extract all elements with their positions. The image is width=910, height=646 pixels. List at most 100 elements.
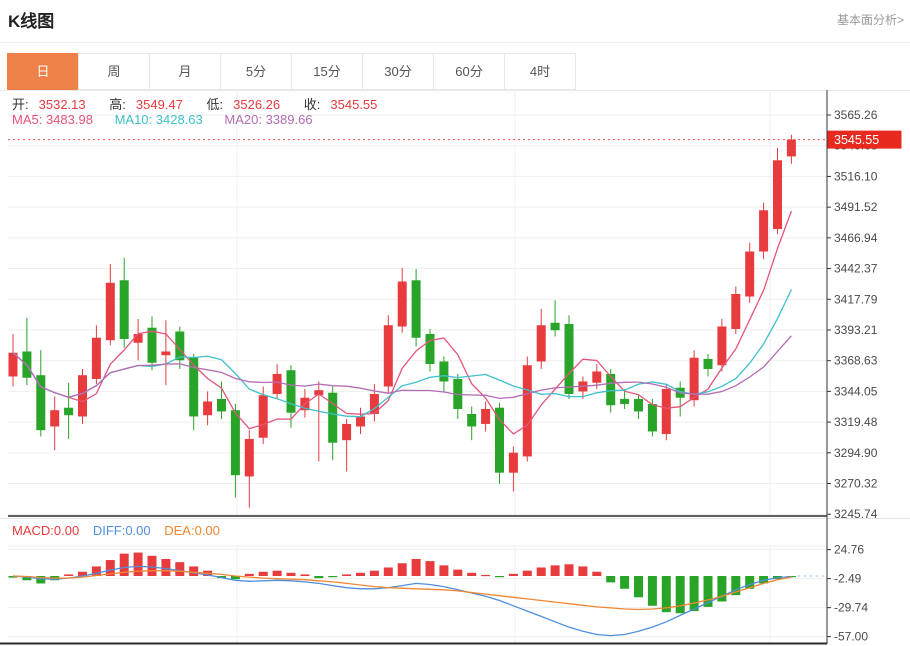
candle-body bbox=[412, 280, 421, 337]
macd-bar bbox=[509, 574, 518, 576]
candle-body bbox=[523, 365, 532, 456]
macd-bar bbox=[537, 567, 546, 576]
candle-body bbox=[634, 399, 643, 411]
macd-axis-label: -29.74 bbox=[834, 601, 868, 615]
macd-bar bbox=[161, 559, 170, 576]
tab-日[interactable]: 日 bbox=[7, 53, 79, 90]
macd-bar bbox=[578, 566, 587, 576]
price-axis-label: 3442.37 bbox=[834, 262, 878, 276]
candle-body bbox=[495, 408, 504, 473]
macd-bar bbox=[134, 553, 143, 576]
macd-bar bbox=[565, 564, 574, 576]
candle-body bbox=[36, 375, 45, 430]
candle-body bbox=[648, 404, 657, 431]
candle-body bbox=[384, 325, 393, 386]
macd-bar bbox=[314, 576, 323, 578]
candle-body bbox=[203, 401, 212, 415]
period-tab-bar: 日周月5分15分30分60分4时 bbox=[8, 53, 576, 90]
diff-line bbox=[13, 566, 791, 635]
tab-30分[interactable]: 30分 bbox=[362, 53, 434, 90]
tab-周[interactable]: 周 bbox=[78, 53, 150, 90]
macd-bar bbox=[398, 563, 407, 576]
candle-body bbox=[120, 280, 129, 339]
ma-legend: MA5: 3483.98 MA10: 3428.63 MA20: 3389.66 bbox=[12, 112, 323, 127]
macd-axis-label: 24.76 bbox=[834, 543, 864, 557]
tab-15分[interactable]: 15分 bbox=[291, 53, 363, 90]
macd-bar bbox=[551, 565, 560, 576]
candle-body bbox=[106, 283, 115, 340]
candle-body bbox=[717, 326, 726, 365]
macd-bar bbox=[328, 576, 337, 577]
macd-bar bbox=[481, 575, 490, 576]
macd-bar bbox=[64, 574, 73, 576]
kline-page: K线图 基本面分析> 日周月5分15分30分60分4时 开:3532.13 高:… bbox=[0, 0, 910, 646]
candle-body bbox=[426, 334, 435, 364]
macd-bar bbox=[426, 561, 435, 576]
candle-body bbox=[773, 160, 782, 229]
close-label: 收: bbox=[304, 97, 321, 112]
dea-line bbox=[13, 571, 791, 610]
open-value: 3532.13 bbox=[39, 97, 86, 112]
macd-bar bbox=[245, 574, 254, 576]
macd-bar bbox=[662, 576, 671, 612]
candle-body bbox=[439, 361, 448, 381]
macd-axis-label: -57.00 bbox=[834, 630, 868, 644]
fundamental-analysis-link[interactable]: 基本面分析> bbox=[837, 11, 904, 28]
candle-body bbox=[759, 210, 768, 251]
macd-bar bbox=[259, 572, 268, 576]
price-axis-label: 3270.32 bbox=[834, 477, 878, 491]
candle-body bbox=[398, 282, 407, 327]
candle-body bbox=[620, 399, 629, 404]
tab-60分[interactable]: 60分 bbox=[433, 53, 505, 90]
candle-body bbox=[356, 416, 365, 426]
macd-bar bbox=[300, 574, 309, 576]
low-value: 3526.26 bbox=[233, 97, 280, 112]
macd-bar bbox=[273, 571, 282, 576]
page-title: K线图 bbox=[8, 7, 54, 32]
candle-body bbox=[259, 395, 268, 437]
candle-body bbox=[161, 351, 170, 355]
macd-bar bbox=[175, 562, 184, 576]
candle-body bbox=[704, 359, 713, 369]
macd-bar bbox=[148, 556, 157, 576]
candle-body bbox=[342, 424, 351, 440]
current-price-badge-text: 3545.55 bbox=[834, 133, 879, 147]
tab-月[interactable]: 月 bbox=[149, 53, 221, 90]
price-axis-label: 3344.05 bbox=[834, 384, 878, 398]
macd-legend: MACD:0.00 DIFF:0.00 DEA:0.00 bbox=[12, 523, 230, 538]
macd-bar bbox=[620, 576, 629, 589]
close-value: 3545.55 bbox=[330, 97, 377, 112]
macd-bar bbox=[592, 572, 601, 576]
macd-bar bbox=[676, 576, 685, 613]
candle-body bbox=[64, 408, 73, 415]
tab-4时[interactable]: 4时 bbox=[504, 53, 576, 90]
macd-bar bbox=[384, 567, 393, 576]
price-axis-label: 3565.26 bbox=[834, 108, 878, 122]
candle-body bbox=[787, 140, 796, 157]
ma20-value: MA20: 3389.66 bbox=[224, 112, 312, 127]
candle-body bbox=[231, 410, 240, 475]
price-axis-label: 3245.74 bbox=[834, 507, 878, 521]
ohlc-legend: 开:3532.13 高:3549.47 低:3526.26 收:3545.55 bbox=[12, 94, 397, 113]
tab-5分[interactable]: 5分 bbox=[220, 53, 292, 90]
macd-axis-label: -2.49 bbox=[834, 572, 862, 586]
price-axis-label: 3294.90 bbox=[834, 446, 878, 460]
price-axis-label: 3516.10 bbox=[834, 169, 878, 183]
macd-bar bbox=[606, 576, 615, 582]
low-label: 低: bbox=[207, 97, 224, 112]
candle-body bbox=[287, 370, 296, 412]
candle-body bbox=[592, 371, 601, 382]
candle-body bbox=[148, 328, 157, 363]
candle-body bbox=[481, 409, 490, 424]
price-axis-label: 3466.94 bbox=[834, 231, 878, 245]
candle-body bbox=[551, 323, 560, 330]
candle-body bbox=[50, 410, 59, 426]
macd-bar bbox=[495, 576, 504, 577]
high-label: 高: bbox=[109, 97, 126, 112]
candle-body bbox=[78, 375, 87, 416]
ma10-value: MA10: 3428.63 bbox=[115, 112, 203, 127]
macd-bar bbox=[690, 576, 699, 611]
candle-body bbox=[328, 393, 337, 443]
macd-bar bbox=[453, 570, 462, 576]
kline-chart-svg: 3565.263540.683516.103491.523466.943442.… bbox=[0, 90, 910, 646]
